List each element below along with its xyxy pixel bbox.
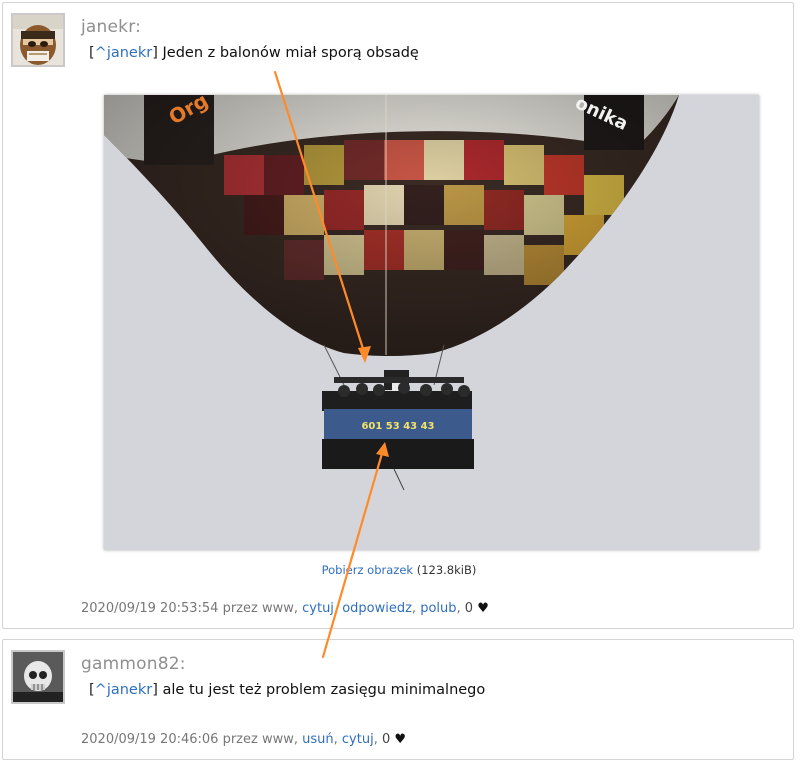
quote-user-link[interactable]: ^janekr bbox=[95, 45, 153, 61]
heart-icon: ♥ bbox=[394, 732, 407, 747]
balloon-photo: Org onika 601 53 43 43 bbox=[104, 88, 759, 550]
like-count: 0 bbox=[464, 601, 474, 616]
like-count: 0 bbox=[381, 732, 391, 747]
like-link[interactable]: polub bbox=[420, 601, 456, 616]
timestamp: 2020/09/19 20:46:06 bbox=[81, 732, 219, 747]
heart-icon: ♥ bbox=[477, 601, 489, 616]
comment-janekr: janekr: [^janekr] Jeden z balonów miał s… bbox=[2, 2, 794, 629]
download-size: (123.8kiB) bbox=[413, 563, 477, 577]
posted-via: przez www, bbox=[218, 732, 303, 747]
avatar-janekr-icon bbox=[13, 15, 63, 65]
attached-image[interactable]: Org onika 601 53 43 43 bbox=[104, 88, 759, 550]
post-meta: 2020/09/19 20:53:54 przez www, cytuj, od… bbox=[81, 601, 489, 616]
basket-banner: 601 53 43 43 bbox=[361, 421, 434, 432]
comment-gammon82: gammon82: [^janekr] ale tu jest też prob… bbox=[2, 639, 794, 760]
quote-user-link[interactable]: ^janekr bbox=[95, 682, 153, 698]
comment-body: ale tu jest też problem zasięgu minimaln… bbox=[157, 682, 486, 698]
quote-link[interactable]: cytuj bbox=[342, 732, 374, 747]
download-image-link[interactable]: Pobierz obrazek bbox=[322, 563, 413, 577]
author-name[interactable]: janekr: bbox=[81, 17, 141, 37]
avatar-gammon82-icon bbox=[13, 652, 63, 702]
delete-link[interactable]: usuń bbox=[302, 732, 334, 747]
post-meta: 2020/09/19 20:46:06 przez www, usuń, cyt… bbox=[81, 732, 407, 747]
posted-via: przez www, bbox=[218, 601, 303, 616]
comment-text: [^janekr] ale tu jest też problem zasięg… bbox=[89, 682, 485, 698]
author-name[interactable]: gammon82: bbox=[81, 654, 186, 674]
timestamp: 2020/09/19 20:53:54 bbox=[81, 601, 219, 616]
avatar[interactable] bbox=[11, 13, 65, 67]
comment-body: Jeden z balonów miał sporą obsadę bbox=[157, 45, 419, 61]
quote-link[interactable]: cytuj bbox=[302, 601, 334, 616]
download-line: Pobierz obrazek (123.8kiB) bbox=[3, 563, 795, 577]
avatar[interactable] bbox=[11, 650, 65, 704]
reply-link[interactable]: odpowiedz bbox=[342, 601, 412, 616]
comment-text: [^janekr] Jeden z balonów miał sporą obs… bbox=[89, 45, 419, 61]
